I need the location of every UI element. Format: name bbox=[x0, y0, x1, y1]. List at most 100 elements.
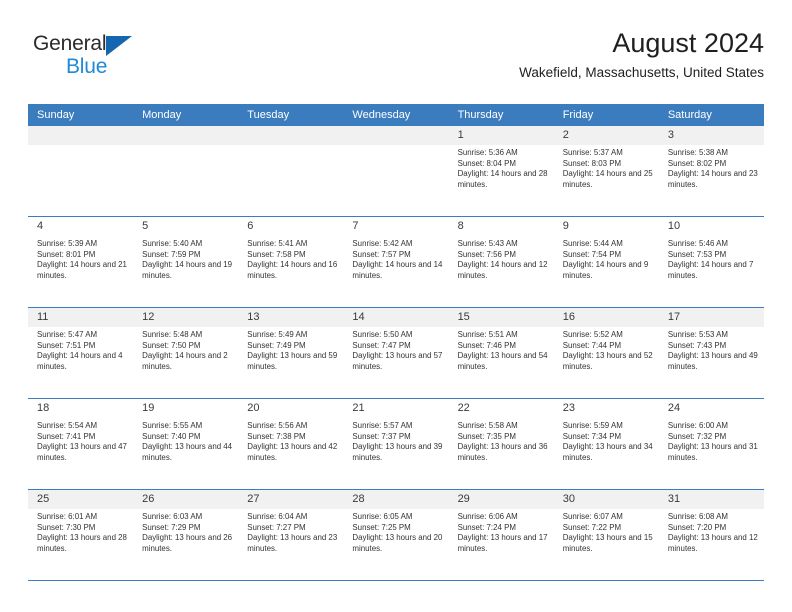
calendar-day-cell[interactable]: 18 Sunrise: 5:54 AM Sunset: 7:41 PM Dayligh… bbox=[28, 398, 134, 490]
calendar-week-row: 4 Sunrise: 5:39 AM Sunset: 8:01 PM Daylight… bbox=[28, 216, 764, 308]
calendar-day-cell[interactable]: 26 Sunrise: 6:03 AM Sunset: 7:29 PM Dayligh… bbox=[133, 489, 239, 581]
calendar-day-cell[interactable]: 22 Sunrise: 5:58 AM Sunset: 7:35 PM Dayligh… bbox=[448, 398, 554, 490]
calendar-day-cell[interactable]: 6 Sunrise: 5:41 AM Sunset: 7:58 PM Daylight… bbox=[238, 216, 344, 308]
calendar-day-cell[interactable]: 4 Sunrise: 5:39 AM Sunset: 8:01 PM Daylight… bbox=[28, 216, 134, 308]
sunset-time: Sunset: 7:54 PM bbox=[562, 249, 622, 259]
sunrise-time: Sunrise: 5:57 AM bbox=[352, 421, 413, 430]
daylight-duration: Daylight: 13 hours and 12 minutes. bbox=[667, 533, 758, 553]
daylight-duration: Daylight: 13 hours and 23 minutes. bbox=[247, 533, 338, 553]
day-number: 26 bbox=[133, 490, 239, 509]
day-details: Sunrise: 5:53 AM Sunset: 7:43 PM Daylight:… bbox=[659, 327, 764, 372]
day-number: 2 bbox=[553, 126, 659, 145]
calendar-day-cell[interactable]: 13 Sunrise: 5:49 AM Sunset: 7:49 PM Dayligh… bbox=[238, 307, 344, 399]
calendar-day-cell[interactable]: 11 Sunrise: 5:47 AM Sunset: 7:51 PM Dayligh… bbox=[28, 307, 134, 399]
calendar-day-cell[interactable]: 23 Sunrise: 5:59 AM Sunset: 7:34 PM Dayligh… bbox=[553, 398, 659, 490]
day-details: Sunrise: 5:36 AM Sunset: 8:04 PM Daylight:… bbox=[449, 145, 554, 190]
sunset-time: Sunset: 7:35 PM bbox=[457, 431, 516, 441]
day-cell-inner: 2 Sunrise: 5:37 AM Sunset: 8:03 PM Daylight… bbox=[553, 126, 659, 216]
sunset-time: Sunset: 7:25 PM bbox=[352, 522, 411, 532]
daylight-duration: Daylight: 13 hours and 47 minutes. bbox=[37, 442, 127, 462]
daylight-duration: Daylight: 13 hours and 36 minutes. bbox=[457, 442, 548, 462]
day-details: Sunrise: 5:54 AM Sunset: 7:41 PM Daylight:… bbox=[28, 418, 133, 463]
page-header: General Blue August 2024 Wakefield, Mass… bbox=[0, 0, 792, 80]
day-cell-inner bbox=[28, 126, 134, 216]
day-number: 5 bbox=[142, 220, 149, 232]
day-cell-inner: 17 Sunrise: 5:53 AM Sunset: 7:43 PM Dayligh… bbox=[658, 308, 764, 398]
calendar-day-cell[interactable]: 1 Sunrise: 5:36 AM Sunset: 8:04 PM Daylight… bbox=[448, 126, 554, 217]
calendar-day-cell[interactable]: 10 Sunrise: 5:46 AM Sunset: 7:53 PM Dayligh… bbox=[658, 216, 764, 308]
calendar-day-cell[interactable]: 19 Sunrise: 5:55 AM Sunset: 7:40 PM Dayligh… bbox=[133, 398, 239, 490]
daylight-duration: Daylight: 13 hours and 20 minutes. bbox=[352, 533, 443, 553]
day-number: 1 bbox=[448, 126, 554, 145]
day-cell-inner: 3 Sunrise: 5:38 AM Sunset: 8:02 PM Daylight… bbox=[658, 126, 764, 216]
calendar-day-cell[interactable]: 29 Sunrise: 6:06 AM Sunset: 7:24 PM Dayligh… bbox=[448, 489, 554, 581]
day-details: Sunrise: 5:59 AM Sunset: 7:34 PM Daylight:… bbox=[554, 418, 659, 463]
daylight-duration: Daylight: 14 hours and 16 minutes. bbox=[247, 260, 338, 280]
day-number: 14 bbox=[343, 308, 449, 327]
sunrise-time: Sunrise: 5:37 AM bbox=[562, 148, 623, 157]
calendar-page: General Blue August 2024 Wakefield, Mass… bbox=[0, 0, 792, 612]
calendar-day-cell[interactable]: 5 Sunrise: 5:40 AM Sunset: 7:59 PM Daylight… bbox=[133, 216, 239, 308]
calendar-day-cell[interactable]: 9 Sunrise: 5:44 AM Sunset: 7:54 PM Daylight… bbox=[553, 216, 659, 308]
day-details: Sunrise: 5:56 AM Sunset: 7:38 PM Daylight:… bbox=[238, 418, 343, 463]
calendar-day-cell[interactable]: 20 Sunrise: 5:56 AM Sunset: 7:38 PM Dayligh… bbox=[238, 398, 344, 490]
calendar-day-cell[interactable]: 27 Sunrise: 6:04 AM Sunset: 7:27 PM Dayligh… bbox=[238, 489, 344, 581]
sunrise-time: Sunrise: 5:58 AM bbox=[457, 421, 518, 430]
day-cell-inner: 1 Sunrise: 5:36 AM Sunset: 8:04 PM Daylight… bbox=[448, 126, 554, 216]
day-number: 7 bbox=[352, 220, 359, 232]
day-number: 28 bbox=[343, 490, 449, 509]
calendar-day-cell[interactable]: 8 Sunrise: 5:43 AM Sunset: 7:56 PM Daylight… bbox=[448, 216, 554, 308]
day-cell-inner: 9 Sunrise: 5:44 AM Sunset: 7:54 PM Daylight… bbox=[554, 217, 659, 307]
sunset-time: Sunset: 7:46 PM bbox=[457, 340, 516, 350]
day-cell-inner: 24 Sunrise: 6:00 AM Sunset: 7:32 PM Dayligh… bbox=[659, 399, 764, 489]
sunset-time: Sunset: 7:51 PM bbox=[37, 340, 96, 350]
daylight-duration: Daylight: 13 hours and 44 minutes. bbox=[142, 442, 233, 462]
calendar-day-cell-empty bbox=[133, 126, 239, 217]
day-details: Sunrise: 5:58 AM Sunset: 7:35 PM Daylight:… bbox=[449, 418, 554, 463]
sunrise-time: Sunrise: 5:46 AM bbox=[667, 239, 728, 248]
calendar-day-cell[interactable]: 15 Sunrise: 5:51 AM Sunset: 7:46 PM Dayligh… bbox=[448, 307, 554, 399]
day-cell-inner bbox=[238, 126, 344, 216]
sunrise-time: Sunrise: 5:36 AM bbox=[457, 148, 518, 157]
weekday-header-saturday: Saturday bbox=[658, 104, 764, 126]
weekday-header-thursday: Thursday bbox=[448, 104, 554, 126]
day-number: 11 bbox=[28, 308, 134, 327]
calendar-day-cell[interactable]: 2 Sunrise: 5:37 AM Sunset: 8:03 PM Daylight… bbox=[553, 126, 659, 217]
day-cell-inner: 13 Sunrise: 5:49 AM Sunset: 7:49 PM Dayligh… bbox=[238, 308, 344, 398]
calendar-day-cell[interactable]: 12 Sunrise: 5:48 AM Sunset: 7:50 PM Dayligh… bbox=[133, 307, 239, 399]
calendar-day-cell[interactable]: 30 Sunrise: 6:07 AM Sunset: 7:22 PM Dayligh… bbox=[553, 489, 659, 581]
general-blue-logo[interactable]: General Blue bbox=[33, 33, 223, 79]
sunset-time: Sunset: 7:57 PM bbox=[352, 249, 411, 259]
daylight-duration: Daylight: 14 hours and 2 minutes. bbox=[142, 351, 228, 371]
daylight-duration: Daylight: 14 hours and 12 minutes. bbox=[457, 260, 548, 280]
sunrise-time: Sunrise: 5:41 AM bbox=[247, 239, 308, 248]
day-number: 13 bbox=[238, 308, 344, 327]
sunset-time: Sunset: 7:32 PM bbox=[667, 431, 727, 441]
day-cell-inner: 27 Sunrise: 6:04 AM Sunset: 7:27 PM Dayligh… bbox=[238, 490, 344, 580]
day-cell-inner: 31 Sunrise: 6:08 AM Sunset: 7:20 PM Dayligh… bbox=[658, 490, 764, 580]
weekday-header-monday: Monday bbox=[133, 104, 239, 126]
calendar-day-cell[interactable]: 28 Sunrise: 6:05 AM Sunset: 7:25 PM Dayligh… bbox=[343, 489, 449, 581]
day-number: 16 bbox=[553, 308, 659, 327]
calendar-day-cell[interactable]: 3 Sunrise: 5:38 AM Sunset: 8:02 PM Daylight… bbox=[658, 126, 764, 217]
sunrise-time: Sunrise: 5:42 AM bbox=[352, 239, 413, 248]
calendar-day-cell[interactable]: 7 Sunrise: 5:42 AM Sunset: 7:57 PM Daylight… bbox=[343, 216, 449, 308]
day-cell-inner: 20 Sunrise: 5:56 AM Sunset: 7:38 PM Dayligh… bbox=[238, 399, 343, 489]
calendar-day-cell[interactable]: 31 Sunrise: 6:08 AM Sunset: 7:20 PM Dayligh… bbox=[658, 489, 764, 581]
sunrise-time: Sunrise: 5:51 AM bbox=[457, 330, 518, 339]
calendar-day-cell[interactable]: 14 Sunrise: 5:50 AM Sunset: 7:47 PM Dayligh… bbox=[343, 307, 449, 399]
weekday-header-row: Sunday Monday Tuesday Wednesday Thursday… bbox=[28, 104, 764, 126]
calendar-day-cell[interactable]: 17 Sunrise: 5:53 AM Sunset: 7:43 PM Dayligh… bbox=[658, 307, 764, 399]
day-cell-inner: 10 Sunrise: 5:46 AM Sunset: 7:53 PM Dayligh… bbox=[659, 217, 764, 307]
day-number: 24 bbox=[667, 402, 681, 414]
sunset-time: Sunset: 8:03 PM bbox=[562, 158, 622, 168]
calendar-day-cell[interactable]: 25 Sunrise: 6:01 AM Sunset: 7:30 PM Dayligh… bbox=[28, 489, 134, 581]
calendar-day-cell[interactable]: 24 Sunrise: 6:00 AM Sunset: 7:32 PM Dayligh… bbox=[658, 398, 764, 490]
calendar-day-cell[interactable]: 16 Sunrise: 5:52 AM Sunset: 7:44 PM Dayligh… bbox=[553, 307, 659, 399]
calendar-day-cell[interactable]: 21 Sunrise: 5:57 AM Sunset: 7:37 PM Dayligh… bbox=[343, 398, 449, 490]
daylight-duration: Daylight: 14 hours and 25 minutes. bbox=[562, 169, 653, 189]
calendar-day-cell-empty bbox=[238, 126, 344, 217]
day-details: Sunrise: 6:03 AM Sunset: 7:29 PM Daylight:… bbox=[133, 509, 238, 554]
day-cell-inner: 16 Sunrise: 5:52 AM Sunset: 7:44 PM Dayligh… bbox=[553, 308, 659, 398]
daylight-duration: Daylight: 14 hours and 4 minutes. bbox=[37, 351, 123, 371]
